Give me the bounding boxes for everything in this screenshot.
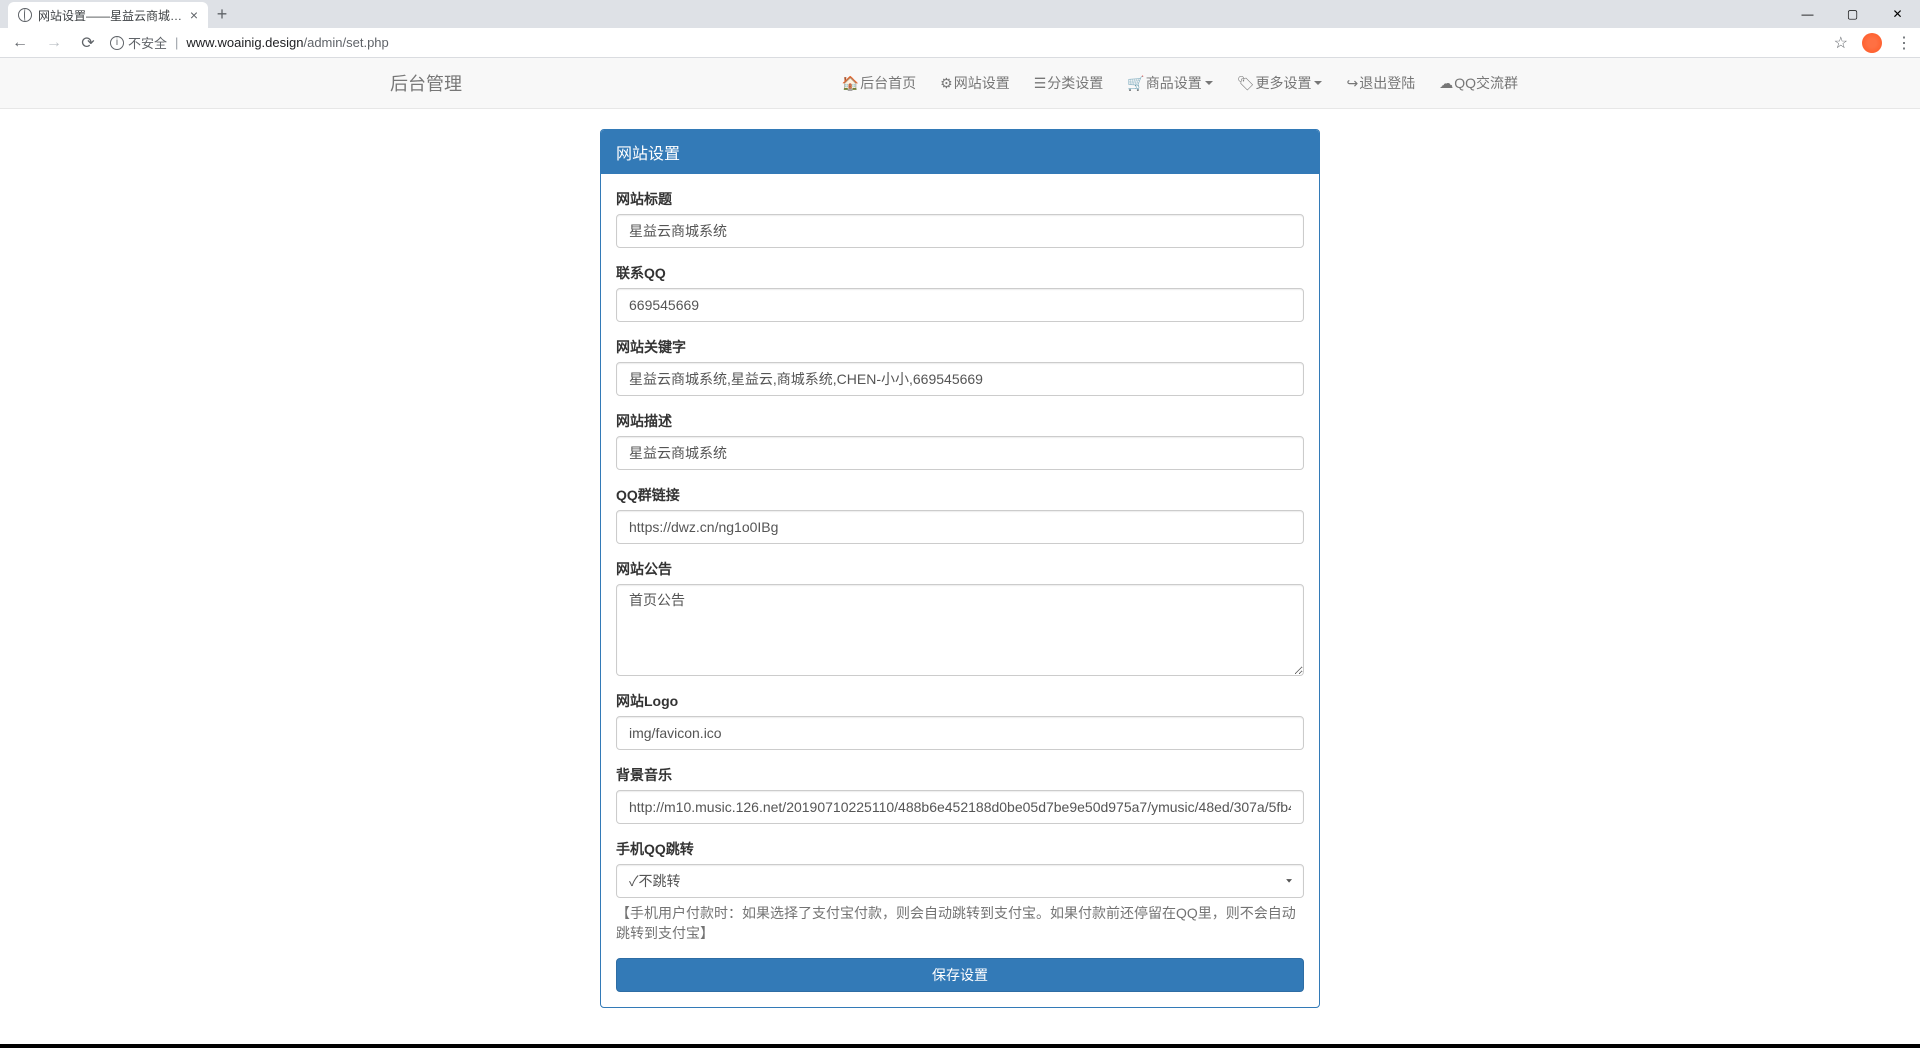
nav-logout[interactable]: ↪退出登陆 bbox=[1334, 58, 1427, 108]
main-container: 网站设置 网站标题 联系QQ 网站关键字 网站描述 bbox=[585, 129, 1335, 1008]
nav-qq-group[interactable]: ☁QQ交流群 bbox=[1427, 58, 1530, 108]
input-logo[interactable] bbox=[616, 716, 1304, 750]
page-viewport: 后台管理 🏠后台首页 ⚙网站设置 ☰分类设置 🛒商品设置 🏷更多设置 ↪退出登陆… bbox=[0, 58, 1920, 1048]
back-button[interactable]: ← bbox=[8, 31, 32, 55]
taskbar bbox=[0, 1044, 1920, 1048]
field-description: 网站描述 bbox=[616, 411, 1304, 470]
gear-icon: ⚙ bbox=[940, 75, 953, 92]
label-keywords: 网站关键字 bbox=[616, 337, 1304, 357]
input-contact-qq[interactable] bbox=[616, 288, 1304, 322]
tag-icon: 🏷 bbox=[1237, 75, 1255, 92]
field-announcement: 网站公告 bbox=[616, 559, 1304, 676]
field-keywords: 网站关键字 bbox=[616, 337, 1304, 396]
insecure-indicator[interactable]: i 不安全 bbox=[110, 33, 167, 52]
profile-avatar[interactable] bbox=[1862, 33, 1882, 53]
panel-title: 网站设置 bbox=[601, 130, 1319, 174]
window-controls: ― ▢ ✕ bbox=[1785, 0, 1920, 28]
close-window-button[interactable]: ✕ bbox=[1875, 0, 1920, 28]
minimize-button[interactable]: ― bbox=[1785, 0, 1830, 28]
save-button[interactable]: 保存设置 bbox=[616, 958, 1304, 992]
list-icon: ☰ bbox=[1034, 75, 1047, 92]
textarea-announcement[interactable] bbox=[616, 584, 1304, 676]
url-text: www.woainig.design/admin/set.php bbox=[186, 35, 388, 50]
field-site-title: 网站标题 bbox=[616, 189, 1304, 248]
navbar-nav: 🏠后台首页 ⚙网站设置 ☰分类设置 🛒商品设置 🏷更多设置 ↪退出登陆 ☁QQ交… bbox=[830, 58, 1530, 108]
browser-chrome: 网站设置——星益云商城系统 × + ― ▢ ✕ ← → ⟳ i 不安全 | ww… bbox=[0, 0, 1920, 58]
tab-bar: 网站设置——星益云商城系统 × + ― ▢ ✕ bbox=[0, 0, 1920, 28]
close-tab-icon[interactable]: × bbox=[190, 7, 198, 23]
navbar: 后台管理 🏠后台首页 ⚙网站设置 ☰分类设置 🛒商品设置 🏷更多设置 ↪退出登陆… bbox=[0, 58, 1920, 109]
label-description: 网站描述 bbox=[616, 411, 1304, 431]
browser-menu-icon[interactable]: ⋮ bbox=[1896, 33, 1912, 53]
select-qq-jump[interactable]: ✓不跳转 bbox=[616, 864, 1304, 898]
chevron-down-icon bbox=[1314, 81, 1322, 85]
nav-category-settings[interactable]: ☰分类设置 bbox=[1022, 58, 1116, 108]
label-qq-jump: 手机QQ跳转 bbox=[616, 839, 1304, 859]
label-contact-qq: 联系QQ bbox=[616, 263, 1304, 283]
url-area[interactable]: i 不安全 | www.woainig.design/admin/set.php bbox=[110, 33, 1824, 52]
cart-icon: 🛒 bbox=[1127, 75, 1144, 92]
field-bgm: 背景音乐 bbox=[616, 765, 1304, 824]
new-tab-button[interactable]: + bbox=[208, 0, 236, 28]
nav-more-settings[interactable]: 🏷更多设置 bbox=[1225, 58, 1335, 108]
cloud-icon: ☁ bbox=[1439, 75, 1453, 92]
field-logo: 网站Logo bbox=[616, 691, 1304, 750]
address-bar: ← → ⟳ i 不安全 | www.woainig.design/admin/s… bbox=[0, 28, 1920, 58]
field-qq-group-link: QQ群链接 bbox=[616, 485, 1304, 544]
input-description[interactable] bbox=[616, 436, 1304, 470]
nav-site-settings[interactable]: ⚙网站设置 bbox=[928, 58, 1022, 108]
input-bgm[interactable] bbox=[616, 790, 1304, 824]
field-qq-jump: 手机QQ跳转 ✓不跳转 【手机用户付款时：如果选择了支付宝付款，则会自动跳转到支… bbox=[616, 839, 1304, 943]
nav-product-settings[interactable]: 🛒商品设置 bbox=[1115, 58, 1224, 108]
label-bgm: 背景音乐 bbox=[616, 765, 1304, 785]
label-announcement: 网站公告 bbox=[616, 559, 1304, 579]
globe-icon bbox=[18, 8, 32, 22]
bookmark-star-icon[interactable]: ☆ bbox=[1834, 33, 1848, 53]
nav-home[interactable]: 🏠后台首页 bbox=[830, 58, 928, 108]
forward-button[interactable]: → bbox=[42, 31, 66, 55]
home-icon: 🏠 bbox=[842, 75, 859, 92]
tab-title: 网站设置——星益云商城系统 bbox=[38, 7, 184, 24]
settings-panel: 网站设置 网站标题 联系QQ 网站关键字 网站描述 bbox=[600, 129, 1320, 1008]
maximize-button[interactable]: ▢ bbox=[1830, 0, 1875, 28]
reload-button[interactable]: ⟳ bbox=[76, 31, 100, 55]
input-qq-group-link[interactable] bbox=[616, 510, 1304, 544]
label-qq-group-link: QQ群链接 bbox=[616, 485, 1304, 505]
input-site-title[interactable] bbox=[616, 214, 1304, 248]
field-contact-qq: 联系QQ bbox=[616, 263, 1304, 322]
chevron-down-icon bbox=[1205, 81, 1213, 85]
navbar-brand[interactable]: 后台管理 bbox=[390, 58, 477, 111]
input-keywords[interactable] bbox=[616, 362, 1304, 396]
label-logo: 网站Logo bbox=[616, 691, 1304, 711]
info-icon: i bbox=[110, 36, 124, 50]
help-qq-jump: 【手机用户付款时：如果选择了支付宝付款，则会自动跳转到支付宝。如果付款前还停留在… bbox=[616, 903, 1304, 943]
browser-tab[interactable]: 网站设置——星益云商城系统 × bbox=[8, 2, 208, 28]
panel-body: 网站标题 联系QQ 网站关键字 网站描述 QQ群链接 bbox=[601, 174, 1319, 1007]
logout-icon: ↪ bbox=[1346, 75, 1358, 92]
label-site-title: 网站标题 bbox=[616, 189, 1304, 209]
insecure-label: 不安全 bbox=[128, 33, 167, 52]
